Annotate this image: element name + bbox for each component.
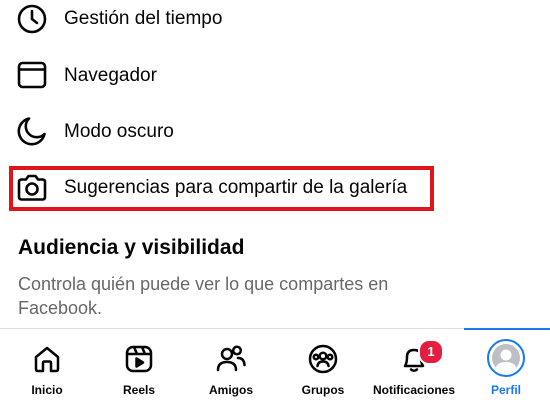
tab-friends[interactable]: Amigos [184, 330, 278, 405]
tab-label: Reels [122, 383, 156, 397]
bottom-tab-bar: Inicio Reels Amigos Grupos 1 Notificacio… [0, 330, 550, 405]
section-title: Audiencia y visibilidad [18, 236, 245, 259]
settings-item-time-management[interactable]: Gestión del tiempo [0, 0, 550, 56]
tab-label: Perfil [490, 383, 521, 397]
avatar-icon [492, 344, 520, 372]
notification-badge: 1 [418, 339, 444, 365]
avatar-ring [487, 339, 525, 377]
moon-icon [15, 114, 49, 148]
settings-item-label: Sugerencias para compartir de la galería [64, 177, 408, 198]
settings-item-gallery-suggestions[interactable]: Sugerencias para compartir de la galería [0, 168, 550, 224]
settings-item-label: Navegador [64, 65, 157, 86]
tab-notifications[interactable]: 1 Notificaciones [366, 330, 462, 405]
tab-label: Amigos [208, 383, 253, 397]
friends-icon [215, 343, 247, 375]
settings-item-label: Modo oscuro [64, 121, 174, 142]
groups-icon [307, 343, 339, 375]
camera-icon [15, 171, 49, 205]
tab-groups[interactable]: Grupos [278, 330, 368, 405]
tab-label: Grupos [301, 383, 345, 397]
tab-home[interactable]: Inicio [0, 330, 94, 405]
tab-label: Inicio [31, 383, 63, 397]
tab-profile[interactable]: Perfil [462, 330, 550, 405]
clock-icon [15, 2, 49, 36]
tab-label: Notificaciones [372, 383, 456, 397]
settings-item-dark-mode[interactable]: Modo oscuro [0, 112, 550, 168]
settings-item-browser[interactable]: Navegador [0, 56, 550, 112]
browser-window-icon [15, 58, 49, 92]
section-description: Controla quién puede ver lo que comparte… [18, 274, 389, 318]
settings-item-label: Gestión del tiempo [64, 8, 223, 29]
tab-reels[interactable]: Reels [94, 330, 184, 405]
reels-icon [123, 343, 155, 375]
home-icon [31, 343, 63, 375]
